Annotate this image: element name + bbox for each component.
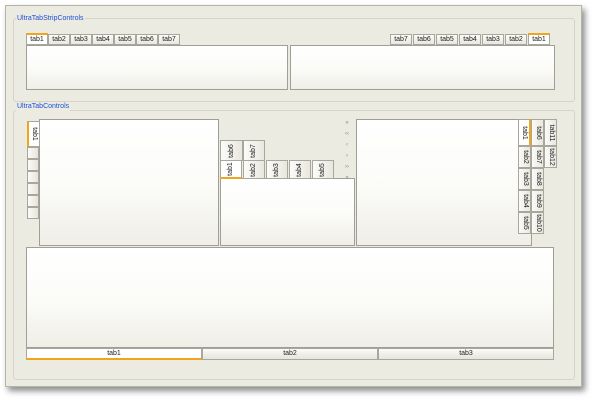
right-tab-tab9[interactable]: tab9 <box>531 190 544 212</box>
right-tab-tab11[interactable]: tab11 <box>544 119 557 146</box>
middle-tab-tab4[interactable]: tab4 <box>289 160 311 179</box>
right-tab-tab4[interactable]: tab4 <box>518 190 531 212</box>
right-tab-tab9-label: tab9 <box>534 194 542 208</box>
middle-tab-tab7-label: tab7 <box>250 143 257 158</box>
scroll-button[interactable]: ›› <box>342 163 352 172</box>
right-tab-tab6[interactable]: tab6 <box>531 119 544 146</box>
right-tabcontrol-panel <box>356 119 532 246</box>
strip-right-tab2[interactable]: tab2 <box>505 34 527 45</box>
middle-tabcontrol-panel <box>220 178 355 246</box>
middle-tab-tab1-label: tab1 <box>227 162 234 176</box>
right-tab-tab7-label: tab7 <box>534 150 542 164</box>
right-tab-tab5-label: tab5 <box>521 216 529 230</box>
right-tab-tab8-label: tab8 <box>534 172 542 186</box>
middle-tab-tab2[interactable]: tab2 <box>243 160 265 179</box>
bottom-tab-tab1[interactable]: tab1 <box>26 348 202 360</box>
middle-tab-tab5[interactable]: tab5 <box>312 160 334 179</box>
strip-left-tab2[interactable]: tab2 <box>48 34 70 45</box>
left-tabcontrol-panel <box>39 119 219 246</box>
middle-tab-tab4-label: tab4 <box>296 162 303 177</box>
right-tab-tab1-label: tab1 <box>521 125 528 140</box>
right-tab-tab3-label: tab3 <box>521 172 529 186</box>
right-tab-tab11-label: tab11 <box>547 124 555 141</box>
middle-tab-tab3-label: tab3 <box>273 162 280 177</box>
middle-tab-tab6-label: tab6 <box>227 143 235 158</box>
right-tab-tab7[interactable]: tab7 <box>531 146 544 168</box>
strip-right-tab3[interactable]: tab3 <box>482 34 504 45</box>
strip-right-tab6[interactable]: tab6 <box>413 34 435 45</box>
strip-left-tab6[interactable]: tab6 <box>136 34 158 45</box>
window-frame: UltraTabStripControls UltraTabControls t… <box>5 5 582 387</box>
strip-right-tab5[interactable]: tab5 <box>436 34 458 45</box>
left-tabcontrol-tab-stub[interactable] <box>27 183 39 195</box>
left-tabcontrol-tab-stub[interactable] <box>27 171 39 183</box>
scroll-button[interactable]: « <box>342 119 352 128</box>
left-tabcontrol-tab-stub[interactable] <box>27 147 39 159</box>
strip-left-tab4[interactable]: tab4 <box>92 34 114 45</box>
left-tabstrip-panel <box>26 45 288 90</box>
left-tabcontrol-tab-1[interactable]: tab1 <box>27 121 40 147</box>
right-tab-tab12-label: tab12 <box>547 148 555 166</box>
middle-tab-tab3[interactable]: tab3 <box>266 160 288 179</box>
left-tabcontrol-tab-stub[interactable] <box>27 207 39 219</box>
scroll-button[interactable]: ‹‹ <box>342 130 352 139</box>
scroll-button[interactable]: ‹ <box>342 141 352 150</box>
middle-tab-tab1[interactable]: tab1 <box>220 160 242 179</box>
strip-left-tab1[interactable]: tab1 <box>26 33 48 45</box>
right-tabstrip-panel <box>290 45 555 90</box>
middle-tab-tab7[interactable]: tab7 <box>243 140 265 161</box>
right-tab-tab2-label: tab2 <box>521 150 529 164</box>
right-tab-tab4-label: tab4 <box>521 194 529 208</box>
strip-right-tab7[interactable]: tab7 <box>390 34 412 45</box>
right-tab-tab3[interactable]: tab3 <box>518 168 531 190</box>
right-tab-tab10-label: tab10 <box>534 214 542 232</box>
left-tabcontrol-tab-stub[interactable] <box>27 195 39 207</box>
scroll-button[interactable]: » <box>342 174 352 183</box>
right-tab-tab1[interactable]: tab1 <box>518 119 531 146</box>
strip-left-tab3[interactable]: tab3 <box>70 34 92 45</box>
left-tabcontrol-tab-label: tab1 <box>31 127 38 141</box>
right-tab-tab8[interactable]: tab8 <box>531 168 544 190</box>
strip-right-tab1[interactable]: tab1 <box>528 33 550 45</box>
bottom-tab-tab3[interactable]: tab3 <box>378 348 554 360</box>
right-tab-tab10[interactable]: tab10 <box>531 212 544 234</box>
tabcontrols-group-title: UltraTabControls <box>16 102 71 111</box>
middle-tab-tab2-label: tab2 <box>250 162 257 177</box>
bottom-tab-tab2[interactable]: tab2 <box>202 348 378 360</box>
scroll-button[interactable]: › <box>342 152 352 161</box>
tabstrip-group-title: UltraTabStripControls <box>16 14 85 23</box>
right-tab-tab2[interactable]: tab2 <box>518 146 531 168</box>
strip-left-tab7[interactable]: tab7 <box>158 34 180 45</box>
bottom-tabcontrol-panel <box>26 247 554 348</box>
middle-tab-tab6[interactable]: tab6 <box>220 140 243 161</box>
right-tab-tab5[interactable]: tab5 <box>518 212 531 234</box>
left-tabcontrol-tab-stub[interactable] <box>27 159 39 171</box>
strip-left-tab5[interactable]: tab5 <box>114 34 136 45</box>
strip-right-tab4[interactable]: tab4 <box>459 34 481 45</box>
right-tab-tab12[interactable]: tab12 <box>544 146 557 168</box>
middle-tab-tab5-label: tab5 <box>319 162 326 177</box>
right-tab-tab6-label: tab6 <box>534 125 542 140</box>
